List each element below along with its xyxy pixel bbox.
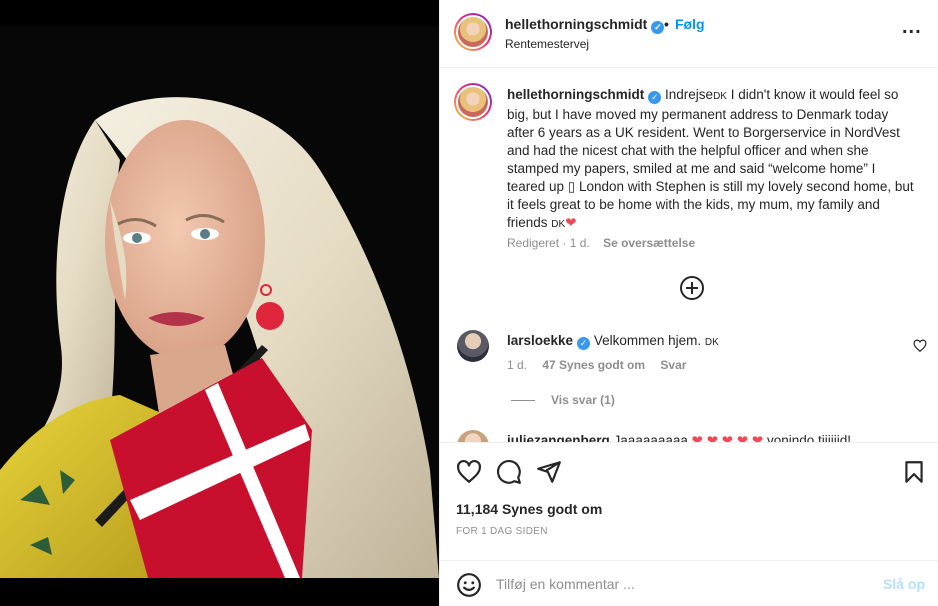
follow-button[interactable]: Følg — [675, 16, 705, 32]
denmark-flag-icon: DK — [704, 337, 719, 348]
post-timestamp: FOR 1 DAG SIDEN — [456, 526, 548, 537]
comments-scroll-area[interactable]: hellethorningschmidt ✓ IndrejseDK I didn'… — [440, 68, 938, 442]
reply-button[interactable]: Svar — [660, 358, 686, 372]
post-actions: 11,184 Synes godt om FOR 1 DAG SIDEN Slå… — [440, 442, 938, 606]
share-send-icon[interactable] — [536, 459, 562, 485]
view-replies-button[interactable]: Vis svar (1) — [511, 393, 615, 407]
post-comment-button[interactable]: Slå op — [883, 576, 925, 592]
post-header: hellethorningschmidt ✓ • Følg Rentemester… — [440, 0, 938, 68]
comment-input[interactable] — [496, 573, 866, 595]
see-translation-button[interactable]: Se oversættelse — [603, 236, 695, 250]
comment-age[interactable]: 1 d. — [507, 358, 527, 372]
like-comment-heart-icon[interactable] — [913, 339, 927, 353]
caption-text-1: Indrejse — [665, 87, 714, 102]
commenter-username[interactable]: juliezangenberg — [507, 433, 610, 442]
post-photo-image — [0, 0, 439, 606]
commenter-avatar[interactable] — [457, 430, 489, 442]
caption-text-2: I didn't know it would feel so big, but … — [507, 87, 900, 194]
red-heart-icon: ❤ ❤ ❤ ❤ ❤ — [691, 433, 764, 442]
author-avatar[interactable] — [454, 13, 492, 51]
verified-badge-icon: ✓ — [651, 21, 665, 34]
commenter-avatar[interactable] — [457, 330, 489, 362]
edited-label: Redigeret — [507, 236, 560, 250]
author-username-text[interactable]: hellethorningschmidt — [505, 16, 647, 32]
instagram-post-view: hellethorningschmidt ✓ • Følg Rentemester… — [0, 0, 938, 606]
header-separator: • — [664, 16, 669, 32]
likes-count[interactable]: 11,184 Synes godt om — [456, 501, 602, 517]
view-replies-label[interactable]: Vis svar (1) — [551, 393, 615, 407]
verified-badge-icon: ✓ — [577, 337, 591, 350]
post-caption: hellethorningschmidt ✓ IndrejseDK I didn'… — [507, 86, 917, 234]
denmark-flag-icon: DK — [713, 91, 727, 102]
add-comment-bar: Slå op — [440, 560, 938, 606]
caption-meta: Redigeret · 1 d. Se oversættelse — [507, 236, 695, 250]
red-heart-icon: ❤ — [565, 215, 577, 230]
caption-avatar[interactable] — [454, 83, 492, 121]
post-details-panel: hellethorningschmidt ✓ • Følg Rentemester… — [439, 0, 938, 606]
location-link[interactable]: Rentemestervej — [505, 37, 589, 51]
load-more-comments-icon[interactable] — [680, 276, 704, 300]
verified-badge-icon: ✓ — [648, 91, 662, 104]
emoji-picker-icon[interactable] — [456, 572, 482, 598]
post-photo[interactable] — [0, 0, 439, 606]
comment-meta: 1 d. 47 Synes godt om Svar — [507, 358, 698, 372]
replies-line — [511, 400, 535, 402]
denmark-flag-icon: DK — [551, 219, 566, 230]
comment-body: juliezangenberg Jaaaaaaaaa ❤ ❤ ❤ ❤ ❤ von… — [507, 433, 851, 442]
comment-text: Jaaaaaaaaa — [613, 433, 688, 442]
comment-bubble-icon[interactable] — [496, 459, 522, 485]
commenter-username[interactable]: larsloekke — [507, 333, 573, 348]
caption-age[interactable]: 1 d. — [570, 236, 590, 250]
save-bookmark-icon[interactable] — [901, 459, 927, 485]
comment-body: larsloekke ✓ Velkommen hjem. DK — [507, 333, 719, 350]
more-options-icon[interactable]: ... — [902, 17, 926, 44]
like-heart-icon[interactable] — [456, 459, 482, 485]
comment-likes[interactable]: 47 Synes godt om — [542, 358, 645, 372]
comment-text: vonindo tiiiiiid! — [763, 433, 851, 442]
author-username[interactable]: hellethorningschmidt ✓ — [505, 16, 665, 34]
caption-username[interactable]: hellethorningschmidt — [507, 87, 644, 102]
comment-text: Velkommen hjem. — [593, 333, 702, 348]
meta-dot: · — [562, 236, 567, 250]
